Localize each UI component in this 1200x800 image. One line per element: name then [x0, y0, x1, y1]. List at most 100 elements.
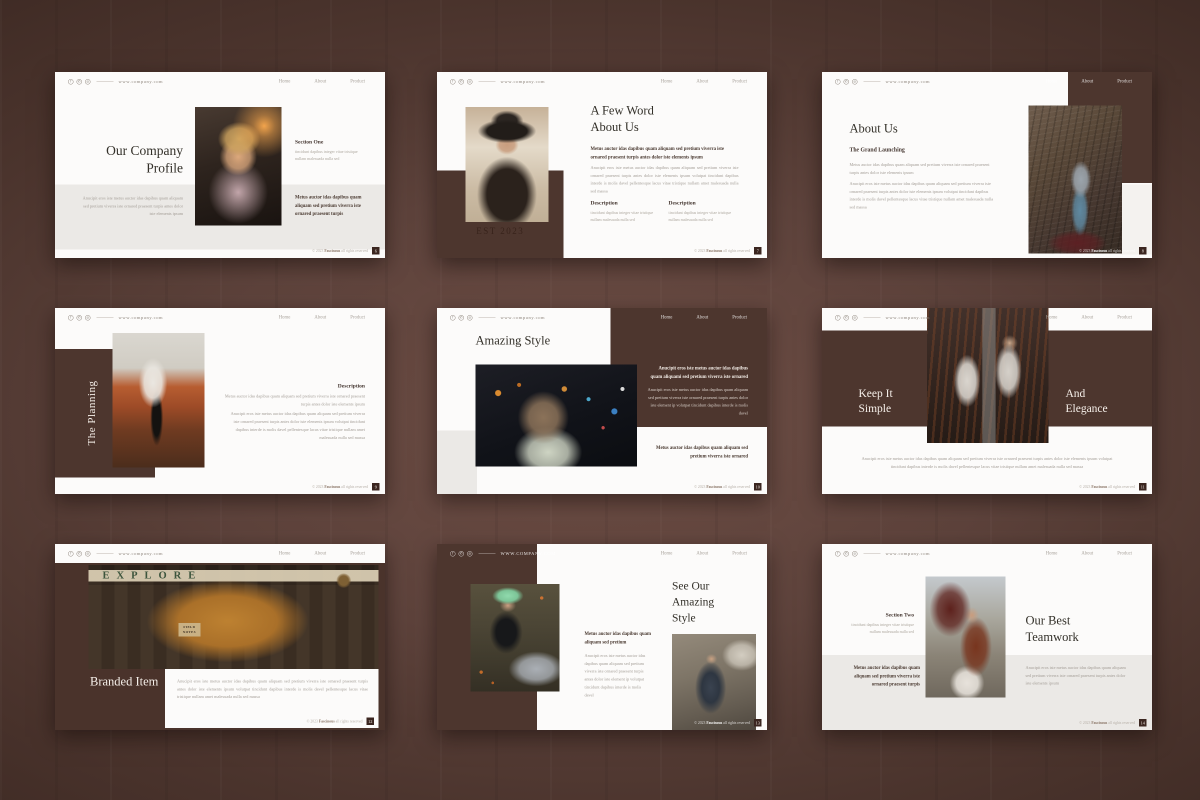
facebook-icon: f — [68, 315, 74, 321]
divider-line — [97, 553, 114, 554]
copyright-text: © 2023 Fascinous all rights reserved — [1079, 485, 1135, 490]
website-url: www.company.com — [119, 315, 164, 320]
nav-about: About — [314, 315, 326, 320]
lead-text: Metus auctor idas dapibus quam aliquam s… — [591, 145, 737, 162]
slide-thumbnail-9[interactable]: The Planning f ✆ ◎ www.company.com Home … — [55, 308, 385, 494]
slide-title: Amazing Style — [476, 333, 551, 349]
nav-home: Home — [661, 551, 673, 556]
nav-product: Product — [732, 315, 747, 320]
lead-text: Anucipit eros iste metus auctor idas dap… — [647, 365, 748, 382]
slide-footer: © 2023 Fascinous all rights reserved 11 — [1079, 483, 1146, 491]
slide-title: See Our Amazing Style — [672, 578, 735, 626]
divider-line — [97, 317, 114, 318]
jacket-photo: EXPLORE FIELD NOTES — [89, 565, 379, 669]
slide-title: Our Company Profile — [69, 142, 183, 177]
section-text: tincidunt dapibus integer vitae tristiqu… — [845, 622, 914, 636]
nav-product: Product — [1117, 315, 1132, 320]
copyright-text: © 2023 Fascinous all rights reserved — [694, 249, 750, 254]
slide-thumbnail-13[interactable]: f ✆ ◎ www.company.com Home About Product… — [437, 544, 767, 730]
instagram-icon: ◎ — [85, 551, 91, 557]
instagram-icon: ◎ — [85, 79, 91, 85]
nav-product: Product — [732, 551, 747, 556]
body-text: Anucipit eros iste metus auctor idas dap… — [177, 678, 368, 702]
instagram-icon: ◎ — [467, 551, 473, 557]
slide-header: f ✆ ◎ www.company.com Home About Product — [55, 544, 385, 563]
slide-thumbnail-10[interactable]: f ✆ ◎ www.company.com Home About Product… — [437, 308, 767, 494]
website-url: www.company.com — [501, 315, 546, 320]
copyright-text: © 2023 Fascinous all rights reserved — [1079, 249, 1135, 254]
left-photo — [471, 584, 560, 692]
body-text: Metus auctor idas dapibus quam aliquam s… — [224, 393, 365, 409]
nav-home: Home — [279, 79, 291, 84]
body-text: Metus auctor idas dapibus quam aliquam s… — [850, 161, 996, 177]
lead-text: Metus auctor idas dapibus quam aliquam s… — [585, 630, 653, 647]
slide-header: f ✆ ◎ www.company.com Home About Product — [55, 308, 385, 327]
facebook-icon: f — [68, 551, 74, 557]
website-url: www.company.com — [119, 79, 164, 84]
page-number-badge: 13 — [754, 719, 762, 727]
vertical-title: The Planning — [80, 349, 103, 478]
slide-thumbnail-7[interactable]: EST 2023 f ✆ ◎ www.company.com Home Abou… — [437, 72, 767, 258]
slide-thumbnail-8[interactable]: f ✆ ◎ www.company.com Home About Product… — [822, 72, 1152, 258]
divider-line — [479, 81, 496, 82]
divider-line — [864, 81, 881, 82]
slide-footer: © 2023 Fascinous all rights reserved 9 — [312, 483, 379, 491]
divider-line — [479, 553, 496, 554]
facebook-icon: f — [450, 79, 456, 85]
nav-product: Product — [1117, 551, 1132, 556]
page-number-badge: 8 — [1139, 247, 1147, 255]
slide-thumbnail-14[interactable]: f ✆ ◎ www.company.com Home About Product… — [822, 544, 1152, 730]
portrait-photo — [1029, 106, 1123, 254]
slide-title: About Us — [850, 121, 898, 137]
section-text: tincidunt dapibus integer vitae tristiqu… — [295, 149, 369, 163]
whatsapp-icon: ✆ — [77, 79, 83, 85]
nav-home: Home — [1046, 315, 1058, 320]
template-preview-canvas: f ✆ ◎ www.company.com Home About Product… — [0, 0, 1200, 800]
body-text: Anucipit eros iste metus auctor idas dap… — [585, 652, 650, 699]
grey-band — [437, 431, 477, 495]
whatsapp-icon: ✆ — [459, 551, 465, 557]
divider-line — [97, 81, 114, 82]
portrait-photo — [926, 577, 1006, 698]
slide-thumbnail-6[interactable]: f ✆ ◎ www.company.com Home About Product… — [55, 72, 385, 258]
lead-text: Metus auctor idas dapibus quam aliquam s… — [652, 444, 748, 461]
portrait-photo — [466, 107, 549, 222]
nav-about: About — [696, 315, 708, 320]
nav-home: Home — [661, 315, 673, 320]
divider-line — [864, 317, 881, 318]
slide-footer: © 2023 Fascinous all rights reserved 12 — [307, 718, 374, 726]
nav-about: About — [1081, 315, 1093, 320]
page-number-badge: 11 — [1139, 483, 1147, 491]
copyright-text: © 2023 Fascinous all rights reserved — [694, 721, 750, 726]
slide-header: f ✆ ◎ www.company.com Home About Product — [822, 308, 1152, 327]
facebook-icon: f — [68, 79, 74, 85]
page-number-badge: 12 — [367, 718, 375, 726]
facebook-icon: f — [835, 315, 841, 321]
whatsapp-icon: ✆ — [844, 315, 850, 321]
divider-line — [479, 317, 496, 318]
slide-footer: © 2023 Fascinous all rights reserved 8 — [1079, 247, 1146, 255]
divider-line — [864, 553, 881, 554]
facebook-icon: f — [835, 79, 841, 85]
nav-home: Home — [1046, 79, 1058, 84]
slide-header: f ✆ ◎ www.company.com Home About Product — [55, 72, 385, 91]
facebook-icon: f — [450, 315, 456, 321]
instagram-icon: ◎ — [85, 315, 91, 321]
copyright-text: © 2023 Fascinous all rights reserved — [1079, 721, 1135, 726]
slide-footer: © 2023 Fascinous all rights reserved 14 — [1079, 719, 1146, 727]
slide-header: f ✆ ◎ www.company.com Home About Product — [437, 308, 767, 327]
slide-thumbnail-11[interactable]: f ✆ ◎ www.company.com Home About Product… — [822, 308, 1152, 494]
website-url: www.company.com — [886, 551, 931, 556]
nav-about: About — [696, 79, 708, 84]
nav-product: Product — [350, 315, 365, 320]
section-heading: Section Two — [845, 612, 914, 618]
body-text: Anucipit eros iste metus auctor idas dap… — [1026, 664, 1128, 688]
copyright-text: © 2023 Fascinous all rights reserved — [312, 485, 368, 490]
slide-footer: © 2023 Fascinous all rights reserved 13 — [694, 719, 761, 727]
body-text: Anucipit eros iste metus auctor idas dap… — [81, 195, 183, 219]
instagram-icon: ◎ — [852, 79, 858, 85]
established-label: EST 2023 — [437, 226, 564, 237]
body-text: Anucipit eros iste metus auctor idas dap… — [591, 164, 739, 195]
slide-thumbnail-12[interactable]: f ✆ ◎ www.company.com Home About Product… — [55, 544, 385, 730]
slide-title-right: And Elegance — [1066, 386, 1127, 416]
